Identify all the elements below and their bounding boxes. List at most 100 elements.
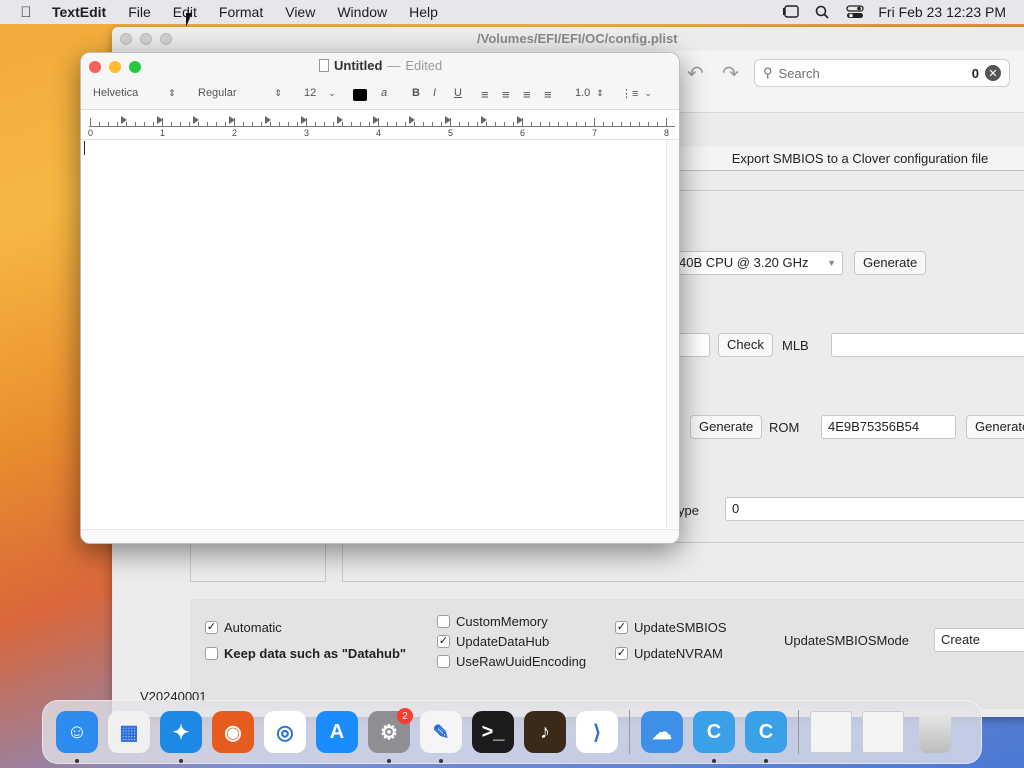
rom-field[interactable]: 4E9B75356B54: [821, 415, 956, 439]
horizontal-scrollbar[interactable]: [81, 529, 679, 543]
search-field[interactable]: ⚲ Search 0 ✕: [754, 59, 1010, 87]
userawuuidencoding-checkbox[interactable]: UseRawUuidEncoding: [437, 654, 586, 669]
menu-app-name[interactable]: TextEdit: [52, 4, 117, 20]
ruler-tick: [261, 122, 262, 126]
zoom-button[interactable]: [129, 61, 141, 73]
italic-icon[interactable]: I: [433, 87, 436, 99]
undo-icon[interactable]: ↶: [687, 61, 704, 86]
dock-app-glyph: ☺: [56, 711, 98, 753]
align-right-icon[interactable]: ≡: [523, 87, 531, 102]
text-color-swatch[interactable]: [353, 89, 367, 101]
control-center-icon[interactable]: [846, 5, 865, 19]
clear-search-icon[interactable]: ✕: [985, 65, 1001, 81]
menu-file[interactable]: File: [117, 4, 162, 20]
keep-datahub-checkbox[interactable]: Keep data such as "Datahub": [205, 646, 406, 661]
dock-app-glyph: ✎: [420, 711, 462, 753]
font-style-select[interactable]: Regular ⇕: [198, 87, 282, 99]
tab-stop-icon[interactable]: [445, 116, 451, 124]
align-center-icon[interactable]: ≡: [502, 87, 510, 102]
menu-window[interactable]: Window: [326, 4, 398, 20]
line-spacing-select[interactable]: 1.0 ⇕: [575, 87, 604, 99]
custommemory-checkbox[interactable]: CustomMemory: [437, 614, 548, 629]
opencore-config-icon[interactable]: C: [688, 706, 740, 763]
menu-format[interactable]: Format: [208, 4, 274, 20]
dock-app-glyph: C: [745, 711, 787, 753]
opencore-config2-icon[interactable]: C: [740, 706, 792, 763]
minimized-window-icon[interactable]: [805, 706, 857, 758]
list-icon: ⋮≡: [621, 88, 639, 100]
rom-label: ROM: [769, 420, 800, 435]
bg-close-button[interactable]: [120, 33, 132, 45]
generate-model-button[interactable]: Generate: [854, 251, 927, 275]
left-box: [190, 542, 326, 582]
vscode-icon[interactable]: ⟩: [571, 706, 623, 758]
tab-stop-icon[interactable]: [229, 116, 235, 124]
ruler-tick: [576, 122, 577, 126]
tab-stop-icon[interactable]: [193, 116, 199, 124]
menu-help[interactable]: Help: [398, 4, 449, 20]
updatedatahub-checkbox[interactable]: ✓ UpdateDataHub: [437, 634, 549, 649]
smbios-mode-select[interactable]: Create: [934, 628, 1024, 652]
menu-view[interactable]: View: [274, 4, 326, 20]
align-left-icon[interactable]: ≡: [481, 87, 489, 102]
spotlight-search-icon[interactable]: [814, 5, 832, 19]
close-button[interactable]: [89, 61, 101, 73]
tab-stop-icon[interactable]: [157, 116, 163, 124]
terminal-icon[interactable]: >_: [467, 706, 519, 758]
menu-edit[interactable]: Edit: [162, 4, 208, 20]
minimize-button[interactable]: [109, 61, 121, 73]
generate-mlb-button[interactable]: Generate: [690, 415, 763, 439]
cpu-select[interactable]: 40B CPU @ 3.20 GHz ▼: [672, 251, 843, 275]
ruler[interactable]: 0 1 2 3 4 5 6 7 8: [81, 110, 679, 140]
export-smbios-button[interactable]: Export SMBIOS to a Clover configuration …: [680, 147, 1024, 171]
generate-rom-button[interactable]: Generate: [966, 415, 1024, 439]
garageband-icon[interactable]: ♪: [519, 706, 571, 758]
mouse-cursor-icon: [186, 13, 192, 27]
launchpad-icon[interactable]: ▦: [103, 706, 155, 758]
automatic-checkbox[interactable]: ✓ Automatic: [205, 620, 282, 635]
chevron-down-icon: ⌄: [644, 88, 652, 98]
search-count: 0: [971, 65, 979, 81]
check-button[interactable]: Check: [718, 333, 773, 357]
apple-menu-icon[interactable]: : [0, 4, 52, 21]
tab-stop-icon[interactable]: [481, 116, 487, 124]
vertical-scrollbar[interactable]: [666, 140, 679, 528]
weather-icon[interactable]: ☁: [636, 706, 688, 758]
bg-zoom-button[interactable]: [160, 33, 172, 45]
menu-clock[interactable]: Fri Feb 23 12:23 PM: [878, 4, 1006, 20]
tab-stop-icon[interactable]: [373, 116, 379, 124]
minimized-window2-icon[interactable]: [857, 706, 909, 758]
list-style-select[interactable]: ⋮≡ ⌄: [621, 87, 652, 100]
tab-stop-icon[interactable]: [409, 116, 415, 124]
font-family-select[interactable]: Helvetica ⇕: [93, 87, 176, 99]
window-title: Untitled — Edited: [319, 58, 442, 73]
chrome-icon[interactable]: ◎: [259, 706, 311, 758]
updatesmbios-checkbox[interactable]: ✓ UpdateSMBIOS: [615, 620, 727, 635]
font-style-value: Regular: [198, 87, 237, 99]
mlb-field[interactable]: [831, 333, 1024, 357]
tab-stop-icon[interactable]: [265, 116, 271, 124]
bg-minimize-button[interactable]: [140, 33, 152, 45]
app-store-icon[interactable]: A: [311, 706, 363, 758]
tab-stop-icon[interactable]: [517, 116, 523, 124]
updatenvram-checkbox[interactable]: ✓ UpdateNVRAM: [615, 646, 723, 661]
font-size-select[interactable]: 12 ⌄: [304, 87, 336, 99]
system-settings-icon[interactable]: ⚙ 2: [363, 706, 415, 763]
highlight-color-icon[interactable]: a: [381, 87, 387, 99]
justify-icon[interactable]: ≡: [544, 87, 552, 102]
trash-icon[interactable]: [909, 706, 961, 758]
stage-manager-icon[interactable]: [782, 5, 800, 19]
safari-icon[interactable]: ✦: [155, 706, 207, 763]
bold-icon[interactable]: B: [412, 87, 420, 99]
mlb-label: MLB: [782, 338, 809, 353]
tab-stop-icon[interactable]: [337, 116, 343, 124]
type-field[interactable]: 0: [725, 497, 1024, 521]
textedit-icon[interactable]: ✎: [415, 706, 467, 763]
underline-icon[interactable]: U: [454, 87, 462, 99]
tab-stop-icon[interactable]: [301, 116, 307, 124]
ruler-tick: [207, 122, 208, 126]
tab-stop-icon[interactable]: [121, 116, 127, 124]
redo-icon[interactable]: ↷: [722, 61, 739, 86]
finder-icon[interactable]: ☺: [51, 706, 103, 763]
firefox-icon[interactable]: ◉: [207, 706, 259, 758]
